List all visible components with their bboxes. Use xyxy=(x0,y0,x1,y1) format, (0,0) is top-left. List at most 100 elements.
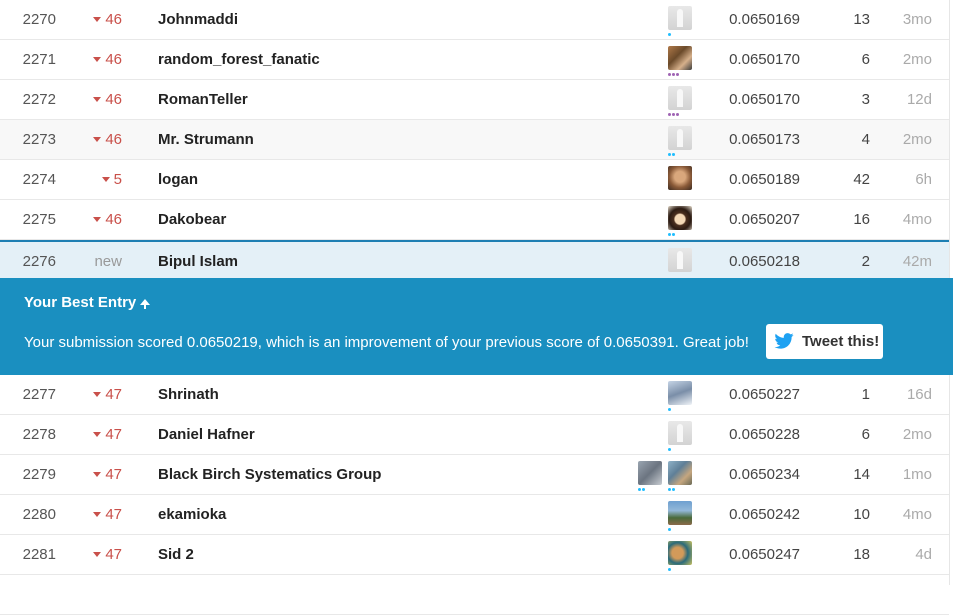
tier-dots xyxy=(668,33,671,36)
rank-change-value: 47 xyxy=(105,546,122,563)
rank-change-value: 47 xyxy=(105,426,122,443)
rank-cell: 2272 xyxy=(22,91,56,108)
last-submission-cell: 42m xyxy=(902,253,932,270)
tweet-button[interactable]: Tweet this! xyxy=(766,324,883,359)
entries-cell: 13 xyxy=(853,11,870,28)
rank-change: 5 xyxy=(86,160,122,200)
rank-change-value: 47 xyxy=(105,386,122,403)
entries-cell: 4 xyxy=(861,131,870,148)
score-cell: 0.0650170 xyxy=(729,91,800,108)
member-avatar[interactable] xyxy=(668,381,692,405)
arrow-up-icon xyxy=(140,299,151,309)
team-name[interactable]: RomanTeller xyxy=(158,80,248,120)
member-avatar[interactable] xyxy=(638,461,662,485)
team-name[interactable]: logan xyxy=(158,160,198,200)
leaderboard-row[interactable]: 2274 5 logan 0.0650189 42 6h xyxy=(0,160,949,200)
twitter-bird-icon xyxy=(774,333,794,349)
score-cell: 0.0650242 xyxy=(729,506,800,523)
tweet-button-label: Tweet this! xyxy=(802,333,880,350)
rank-change: 46 xyxy=(86,120,122,160)
last-submission-cell: 2mo xyxy=(902,131,932,148)
member-avatar[interactable] xyxy=(668,501,692,525)
leaderboard-row[interactable]: 2278 47 Daniel Hafner 0.0650228 6 2mo xyxy=(0,415,949,455)
team-name[interactable]: Sid 2 xyxy=(158,535,194,575)
entries-cell: 6 xyxy=(861,51,870,68)
rank-change: 46 xyxy=(86,200,122,240)
rank-change-value: 46 xyxy=(105,91,122,108)
rank-change: 47 xyxy=(86,535,122,575)
leaderboard-row[interactable]: 2277 47 Shrinath 0.0650227 1 16d xyxy=(0,375,949,415)
last-submission-cell: 2mo xyxy=(902,51,932,68)
score-cell: 0.0650218 xyxy=(729,253,800,270)
leaderboard-row[interactable]: 2276 new Bipul Islam 0.0650218 2 42m xyxy=(0,240,949,280)
score-cell: 0.0650228 xyxy=(729,426,800,443)
entries-cell: 10 xyxy=(853,506,870,523)
score-cell: 0.0650189 xyxy=(729,171,800,188)
arrow-down-icon xyxy=(93,551,102,557)
entries-cell: 2 xyxy=(861,253,870,270)
team-name[interactable]: Shrinath xyxy=(158,375,219,415)
team-name[interactable]: random_forest_fanatic xyxy=(158,40,320,80)
rank-change-value: 46 xyxy=(105,11,122,28)
team-name[interactable]: Johnmaddi xyxy=(158,0,238,40)
rank-change: 46 xyxy=(86,0,122,40)
member-avatar[interactable] xyxy=(668,166,692,190)
leaderboard-row[interactable]: 2280 47 ekamioka 0.0650242 10 4mo xyxy=(0,495,949,535)
score-cell: 0.0650227 xyxy=(729,386,800,403)
rank-change-value: 47 xyxy=(105,506,122,523)
rank-change: 47 xyxy=(86,375,122,415)
member-avatar[interactable] xyxy=(668,421,692,445)
rank-change-value: 5 xyxy=(113,171,122,188)
last-submission-cell: 4d xyxy=(915,546,932,563)
member-avatar[interactable] xyxy=(668,46,692,70)
member-avatar[interactable] xyxy=(668,248,692,272)
member-avatar[interactable] xyxy=(668,6,692,30)
leaderboard-row[interactable] xyxy=(0,575,949,615)
leaderboard-row[interactable]: 2273 46 Mr. Strumann 0.0650173 4 2mo xyxy=(0,120,949,160)
arrow-down-icon xyxy=(93,56,102,62)
entries-cell: 18 xyxy=(853,546,870,563)
entries-cell: 3 xyxy=(861,91,870,108)
banner-title-text: Your Best Entry xyxy=(24,294,137,311)
leaderboard-row[interactable]: 2279 47 Black Birch Systematics Group 0.065… xyxy=(0,455,949,495)
member-avatar[interactable] xyxy=(668,461,692,485)
tier-dots xyxy=(638,488,645,491)
team-name[interactable]: Black Birch Systematics Group xyxy=(158,455,381,495)
team-name[interactable]: Mr. Strumann xyxy=(158,120,254,160)
rank-change: new xyxy=(86,242,122,282)
last-submission-cell: 12d xyxy=(906,91,932,108)
member-avatar[interactable] xyxy=(668,541,692,565)
member-avatar[interactable] xyxy=(668,206,692,230)
score-cell: 0.0650234 xyxy=(729,466,800,483)
team-name[interactable]: Bipul Islam xyxy=(158,242,238,282)
rank-cell: 2271 xyxy=(22,51,56,68)
rank-change: 47 xyxy=(86,495,122,535)
tier-dots xyxy=(668,408,671,411)
tier-dots xyxy=(668,488,675,491)
team-name[interactable]: Dakobear xyxy=(158,200,226,240)
rank-change: 47 xyxy=(86,415,122,455)
leaderboard-row[interactable]: 2272 46 RomanTeller 0.0650170 3 12d xyxy=(0,80,949,120)
leaderboard-row[interactable]: 2275 46 Dakobear 0.0650207 16 4mo xyxy=(0,200,949,240)
member-avatar[interactable] xyxy=(668,86,692,110)
leaderboard-row[interactable]: 2281 47 Sid 2 0.0650247 18 4d xyxy=(0,535,949,575)
arrow-down-icon xyxy=(93,511,102,517)
rank-change: 47 xyxy=(86,455,122,495)
arrow-down-icon xyxy=(93,471,102,477)
arrow-down-icon xyxy=(93,216,102,222)
member-avatar[interactable] xyxy=(668,126,692,150)
last-submission-cell: 3mo xyxy=(902,11,932,28)
score-cell: 0.0650173 xyxy=(729,131,800,148)
team-name[interactable]: Daniel Hafner xyxy=(158,415,255,455)
last-submission-cell: 2mo xyxy=(902,426,932,443)
rank-cell: 2281 xyxy=(22,546,56,563)
team-name[interactable]: ekamioka xyxy=(158,495,226,535)
rank-change: 46 xyxy=(86,40,122,80)
last-submission-cell: 1mo xyxy=(902,466,932,483)
tier-dots xyxy=(668,568,671,571)
entries-cell: 14 xyxy=(853,466,870,483)
rank-cell: 2270 xyxy=(22,11,56,28)
leaderboard-row[interactable]: 2271 46 random_forest_fanatic 0.0650170 6 2mo xyxy=(0,40,949,80)
leaderboard-row[interactable]: 2270 46 Johnmaddi 0.0650169 13 3mo xyxy=(0,0,949,40)
rank-cell: 2274 xyxy=(22,171,56,188)
